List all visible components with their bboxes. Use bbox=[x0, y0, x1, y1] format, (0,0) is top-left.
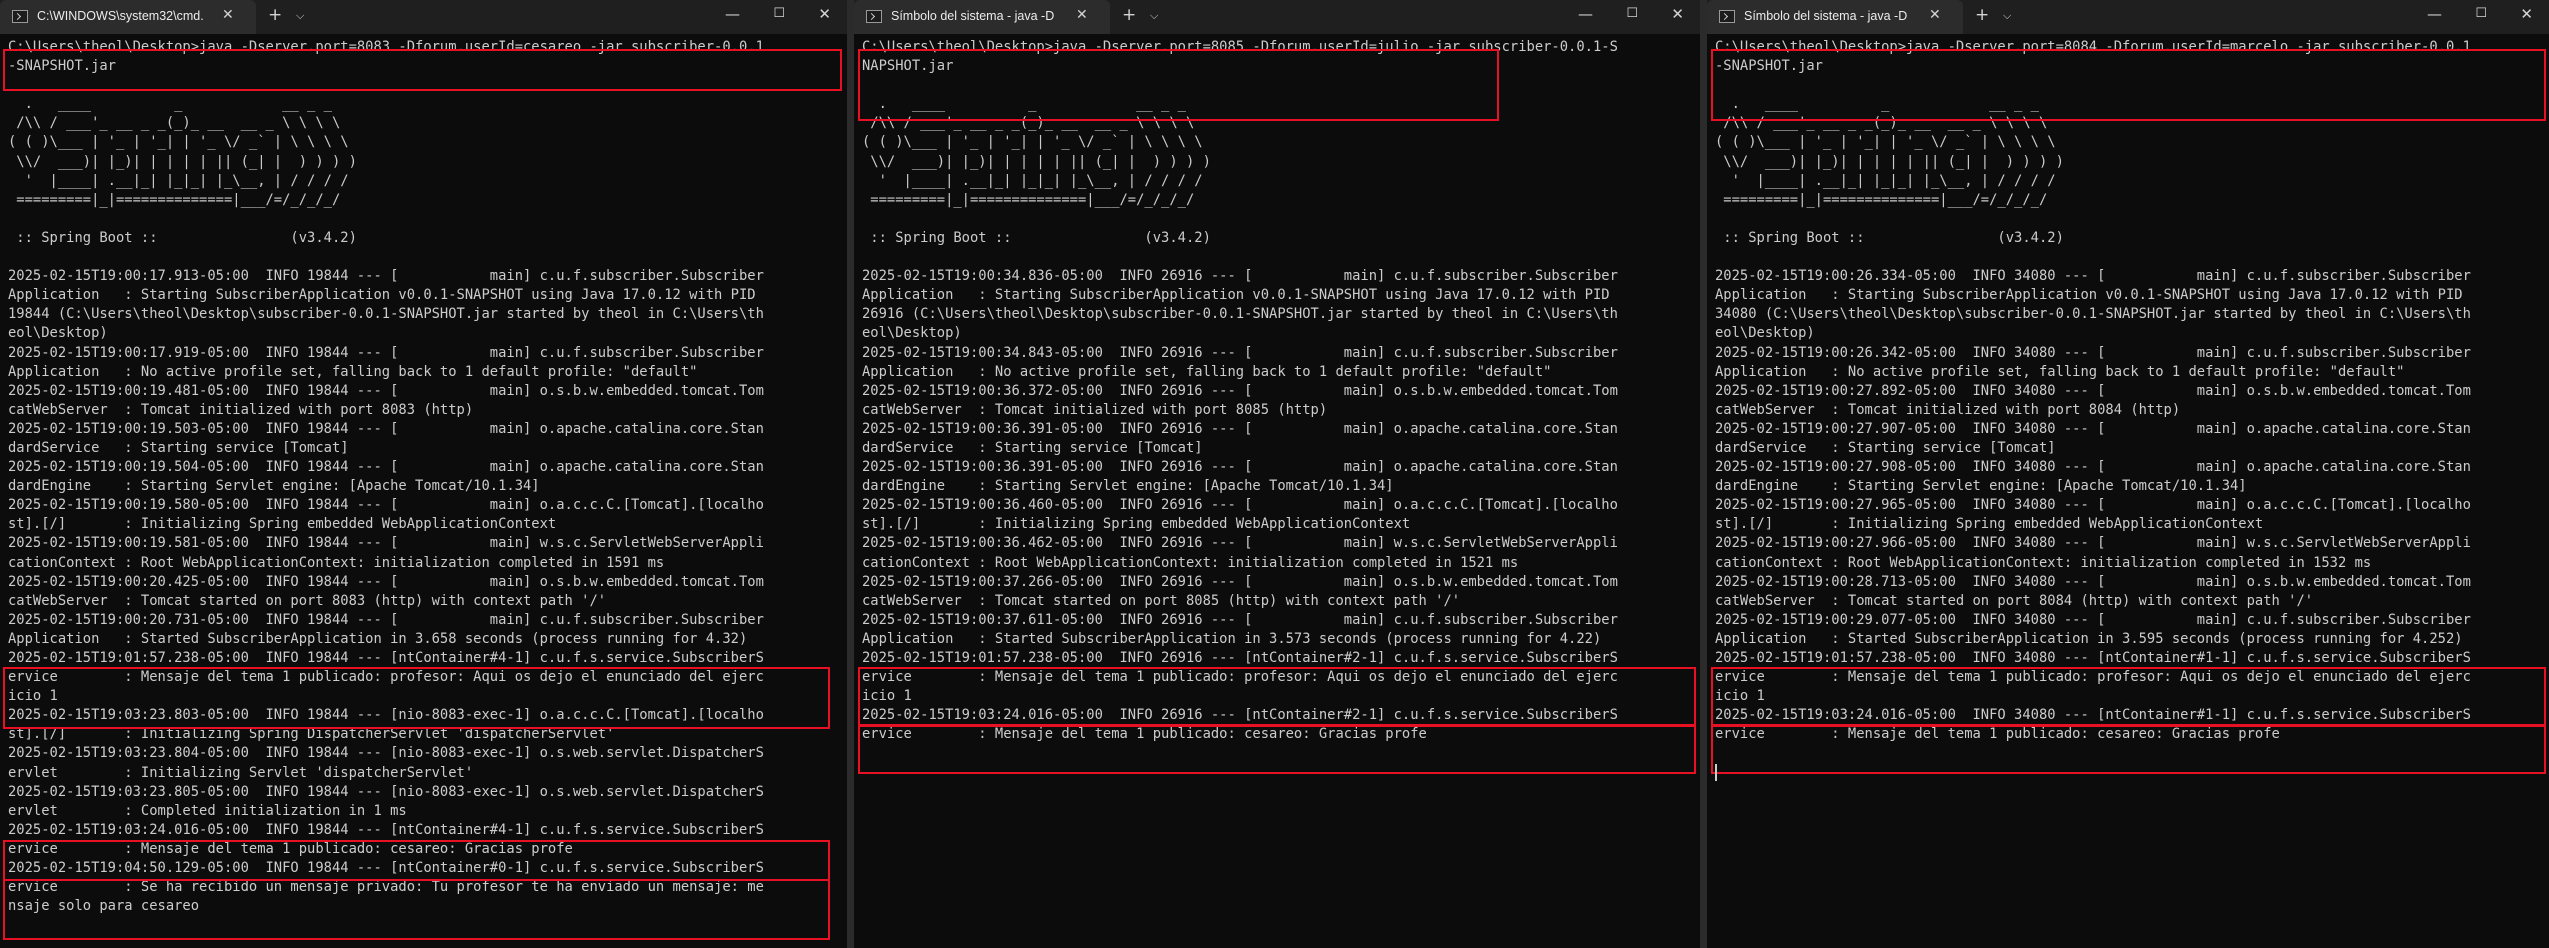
highlight-message-gracias bbox=[858, 725, 1696, 774]
tab-dropdown-icon[interactable]: ⌵ bbox=[2003, 9, 2011, 23]
terminal-window-2[interactable]: Símbolo del sistema - java -D ✕ + ⌵ — ☐ … bbox=[854, 0, 1700, 948]
text-cursor bbox=[1715, 764, 1717, 781]
title-bar[interactable]: Símbolo del sistema - java -D ✕ + ⌵ — ☐ … bbox=[1707, 0, 2549, 34]
title-bar[interactable]: C:\WINDOWS\system32\cmd. ✕ + ⌵ — ☐ ✕ bbox=[0, 0, 847, 34]
window-divider bbox=[1700, 0, 1707, 948]
new-tab-button[interactable]: + bbox=[1122, 5, 1136, 25]
tab-title: Símbolo del sistema - java -D bbox=[1744, 9, 1908, 23]
maximize-button[interactable]: ☐ bbox=[773, 6, 785, 21]
tab-close-icon[interactable]: ✕ bbox=[1929, 7, 1941, 23]
tab-title: Símbolo del sistema - java -D bbox=[891, 9, 1055, 23]
terminal-icon bbox=[866, 10, 882, 23]
terminal-icon bbox=[1719, 10, 1735, 23]
highlight-message-tema1 bbox=[3, 667, 830, 729]
tab-close-icon[interactable]: ✕ bbox=[1076, 7, 1088, 23]
minimize-button[interactable]: — bbox=[2427, 5, 2442, 23]
new-tab-button[interactable]: + bbox=[268, 5, 282, 25]
console-text: C:\Users\theol\Desktop>java -Dserver.por… bbox=[1715, 39, 2471, 743]
console-output[interactable]: C:\Users\theol\Desktop>java -Dserver.por… bbox=[8, 38, 839, 948]
close-window-button[interactable]: ✕ bbox=[1671, 5, 1684, 23]
tab-dropdown-icon[interactable]: ⌵ bbox=[296, 9, 304, 23]
highlight-message-tema1 bbox=[858, 667, 1696, 726]
highlight-message-privado bbox=[3, 879, 830, 940]
minimize-button[interactable]: — bbox=[725, 5, 740, 23]
terminal-tab[interactable]: Símbolo del sistema - java -D ✕ bbox=[1707, 0, 1963, 34]
console-output[interactable]: C:\Users\theol\Desktop>java -Dserver.por… bbox=[1715, 38, 2541, 948]
close-window-button[interactable]: ✕ bbox=[2520, 5, 2533, 23]
maximize-button[interactable]: ☐ bbox=[1626, 6, 1638, 21]
console-output[interactable]: C:\Users\theol\Desktop>java -Dserver.por… bbox=[862, 38, 1692, 948]
highlight-message-gracias bbox=[3, 840, 830, 881]
highlight-command bbox=[3, 49, 842, 91]
terminal-tab[interactable]: C:\WINDOWS\system32\cmd. ✕ bbox=[0, 0, 256, 34]
highlight-message-gracias bbox=[1711, 725, 2546, 774]
terminal-window-3[interactable]: Símbolo del sistema - java -D ✕ + ⌵ — ☐ … bbox=[1707, 0, 2549, 948]
terminal-window-1[interactable]: C:\WINDOWS\system32\cmd. ✕ + ⌵ — ☐ ✕ C:\… bbox=[0, 0, 847, 948]
tab-close-icon[interactable]: ✕ bbox=[222, 7, 234, 23]
highlight-command bbox=[1711, 49, 2546, 121]
console-text: C:\Users\theol\Desktop>java -Dserver.por… bbox=[862, 39, 1618, 743]
highlight-command bbox=[858, 49, 1499, 121]
new-tab-button[interactable]: + bbox=[1975, 5, 1989, 25]
terminal-tab[interactable]: Símbolo del sistema - java -D ✕ bbox=[854, 0, 1110, 34]
tab-dropdown-icon[interactable]: ⌵ bbox=[1150, 9, 1158, 23]
window-divider bbox=[847, 0, 854, 948]
highlight-message-tema1 bbox=[1711, 667, 2546, 726]
console-text: C:\Users\theol\Desktop>java -Dserver.por… bbox=[8, 39, 764, 915]
minimize-button[interactable]: — bbox=[1578, 5, 1593, 23]
title-bar[interactable]: Símbolo del sistema - java -D ✕ + ⌵ — ☐ … bbox=[854, 0, 1700, 34]
tab-title: C:\WINDOWS\system32\cmd. bbox=[37, 9, 204, 23]
terminal-icon bbox=[12, 10, 28, 23]
maximize-button[interactable]: ☐ bbox=[2475, 6, 2487, 21]
close-window-button[interactable]: ✕ bbox=[818, 5, 831, 23]
